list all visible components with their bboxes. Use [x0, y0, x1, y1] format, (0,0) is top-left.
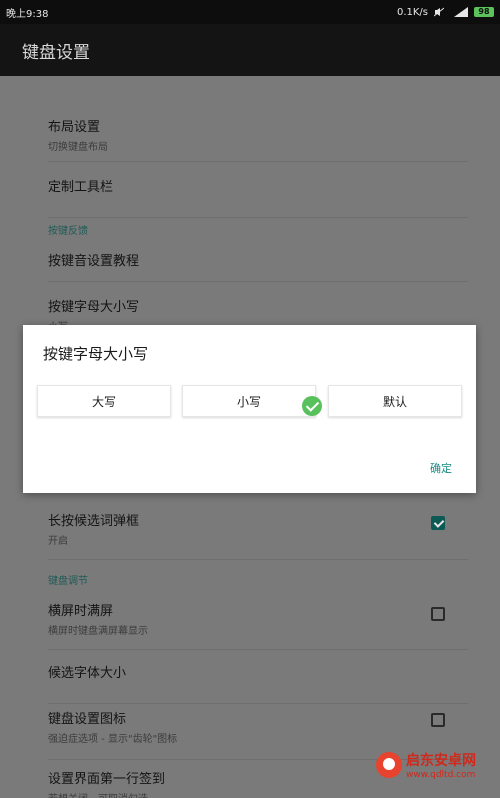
setting-title: 横屏时满屏: [48, 604, 114, 619]
setting-title: 布局设置: [48, 120, 101, 135]
watermark-logo-icon: [376, 752, 402, 778]
setting-landscape-full[interactable]: 横屏时满屏 横屏时键盘满屏幕显示: [48, 600, 468, 650]
option-uppercase[interactable]: 大写: [37, 385, 171, 417]
setting-layout[interactable]: 布局设置 切换键盘布局: [48, 116, 468, 162]
app-bar: 键盘设置: [0, 24, 500, 76]
setting-title: 按键字母大小写: [48, 300, 140, 315]
mute-icon: [433, 7, 448, 17]
signal-icon: [454, 7, 468, 17]
setting-subtitle: 横屏时键盘满屏幕显示: [48, 626, 148, 637]
setting-subtitle: 强迫症选项 - 显示"齿轮"图标: [48, 734, 178, 745]
setting-toolbar[interactable]: 定制工具栏: [48, 176, 468, 218]
setting-subtitle: 若想关闭，可取消勾选: [48, 790, 468, 798]
category-adjust: 键盘调节: [48, 576, 88, 587]
watermark-name: 启东安卓网: [406, 753, 476, 769]
setting-long-press[interactable]: 长按候选词弹框 开启: [48, 510, 468, 560]
setting-title: 定制工具栏: [48, 180, 114, 195]
settings-icon-checkbox[interactable]: [431, 713, 445, 727]
setting-title: 按键音设置教程: [48, 254, 140, 269]
setting-subtitle: 开启: [48, 536, 68, 547]
watermark: 启东安卓网 www.qdltd.com: [376, 750, 476, 780]
status-bar: 晚上9:38 0.1K/s 98: [0, 0, 500, 24]
selected-check-icon: [302, 396, 322, 416]
landscape-full-checkbox[interactable]: [431, 607, 445, 621]
setting-title: 候选字体大小: [48, 666, 127, 681]
setting-sound-tutorial[interactable]: 按键音设置教程: [48, 250, 468, 282]
letter-case-dialog: 按键字母大小写 大写 小写 默认 确定: [23, 325, 476, 493]
option-default[interactable]: 默认: [328, 385, 462, 417]
setting-title: 键盘设置图标: [48, 712, 127, 727]
setting-letter-case[interactable]: 按键字母大小写 小写: [48, 296, 468, 333]
net-speed: 0.1K/s: [396, 6, 428, 18]
confirm-button[interactable]: 确定: [430, 460, 452, 476]
category-feedback: 按键反馈: [48, 226, 88, 237]
watermark-url: www.qdltd.com: [406, 770, 476, 780]
status-icons: 0.1K/s 98: [397, 7, 494, 18]
setting-candidate-font[interactable]: 候选字体大小: [48, 662, 468, 704]
setting-subtitle: 切换键盘布局: [48, 142, 108, 153]
option-lowercase[interactable]: 小写: [182, 385, 316, 417]
setting-title: 长按候选词弹框: [48, 514, 140, 529]
status-time: 晚上9:38: [6, 8, 49, 20]
page-title: 键盘设置: [22, 42, 90, 63]
dialog-title: 按键字母大小写: [43, 345, 149, 363]
battery-icon: 98: [474, 7, 494, 17]
long-press-checkbox[interactable]: [431, 516, 445, 530]
